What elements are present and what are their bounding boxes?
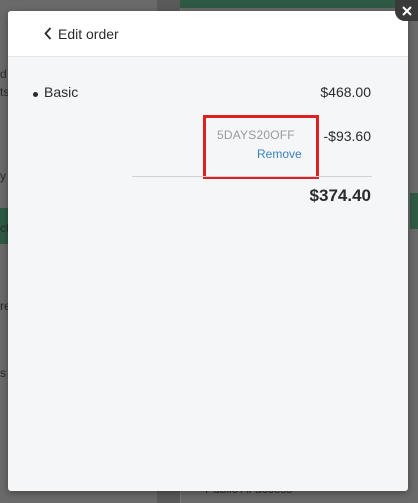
order-item-name: Basic xyxy=(44,84,79,100)
edit-order-modal: Edit order Basic $468.00 5DAYS20OFF Remo… xyxy=(8,11,408,491)
background-text-fragment: y xyxy=(0,169,6,183)
background-green-accent-right xyxy=(410,193,418,229)
background-text-fragment: d xyxy=(0,67,7,81)
list-bullet xyxy=(33,92,38,97)
total-divider xyxy=(132,176,372,177)
background-top-bar xyxy=(180,0,418,8)
background-text-fragment: s xyxy=(0,366,6,380)
order-item-price: $468.00 xyxy=(320,84,371,100)
coupon-discount-amount: -$93.60 xyxy=(323,128,371,144)
highlight-box xyxy=(203,115,319,179)
close-modal-button[interactable] xyxy=(395,0,418,21)
edit-order-back-link[interactable]: Edit order xyxy=(44,26,119,42)
close-icon xyxy=(401,5,412,16)
order-total: $374.40 xyxy=(309,186,371,205)
modal-header: Edit order xyxy=(8,11,408,57)
chevron-left-icon xyxy=(44,27,52,40)
back-link-label: Edit order xyxy=(58,25,119,42)
